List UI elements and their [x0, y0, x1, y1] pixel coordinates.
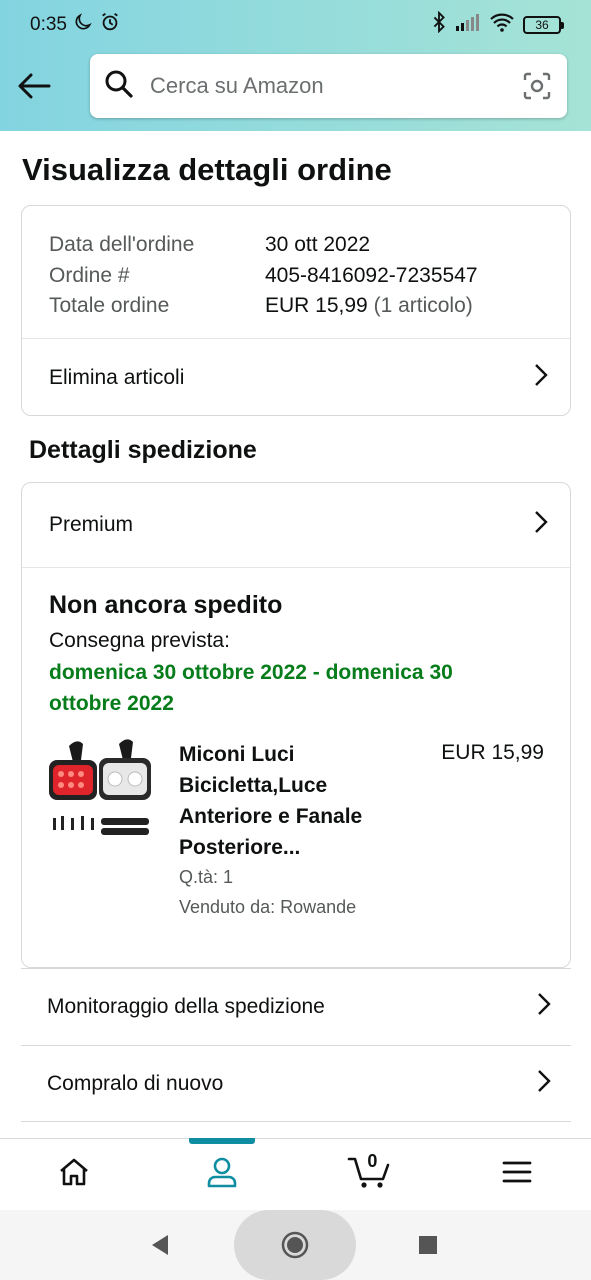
nav-home[interactable] [0, 1139, 148, 1210]
shipping-section-title: Dettagli spedizione [29, 436, 257, 464]
camera-scan-icon[interactable] [521, 70, 553, 102]
chevron-right-icon [534, 363, 548, 393]
bottom-navigation: 0 [0, 1138, 591, 1210]
signal-icon [455, 12, 481, 38]
wifi-icon [489, 12, 515, 38]
shipping-method-label: Premium [49, 513, 134, 536]
back-arrow-icon[interactable] [14, 64, 54, 108]
alarm-icon [99, 11, 121, 39]
status-time: 0:35 [30, 14, 67, 35]
order-number-value: 405-8416092-7235547 [265, 263, 478, 287]
product-quantity: Q.tà: 1 [179, 867, 234, 887]
order-total-label: Totale ordine [49, 294, 170, 318]
page-title: Visualizza dettagli ordine [22, 152, 392, 187]
status-bar: 0:35 36 [0, 0, 591, 50]
system-home-button[interactable] [234, 1210, 356, 1280]
bluetooth-icon [431, 10, 447, 39]
search-input[interactable] [150, 73, 521, 99]
system-navigation [0, 1210, 591, 1280]
delivery-label: Consegna prevista: [49, 629, 230, 652]
shipment-status: Non ancora spedito [49, 591, 283, 619]
track-shipment-label: Monitoraggio della spedizione [47, 995, 325, 1018]
chevron-right-icon [537, 1069, 551, 1099]
system-back-icon[interactable] [148, 1232, 172, 1258]
order-summary-card: Data dell'ordine 30 ott 2022 Ordine # 40… [21, 205, 571, 416]
nav-account[interactable] [148, 1139, 296, 1210]
order-date-label: Data dell'ordine [49, 233, 195, 257]
order-date-value: 30 ott 2022 [265, 233, 371, 257]
divider [22, 567, 570, 568]
delete-items-link[interactable]: Elimina articoli [22, 339, 570, 416]
chevron-right-icon [534, 510, 548, 540]
product-title[interactable]: Miconi Luci Bicicletta,Luce Anteriore e … [179, 739, 399, 863]
search-icon [104, 69, 134, 104]
user-icon [206, 1156, 238, 1193]
product-image[interactable] [47, 738, 155, 838]
menu-icon [502, 1160, 532, 1189]
buy-again-label: Compralo di nuovo [47, 1071, 224, 1095]
buy-again-link[interactable]: Compralo di nuovo [21, 1045, 571, 1122]
cart-count: 0 [367, 1151, 378, 1171]
battery-icon: 36 [523, 16, 564, 34]
order-date-row: Data dell'ordine 30 ott 2022 [49, 230, 478, 261]
nav-menu[interactable] [443, 1139, 591, 1210]
header: 0:35 36 [0, 0, 591, 131]
moon-icon [73, 12, 93, 38]
shipping-method-link[interactable]: Premium [22, 483, 570, 567]
order-number-label: Ordine # [49, 263, 130, 287]
order-info: Data dell'ordine 30 ott 2022 Ordine # 40… [49, 230, 478, 322]
delivery-date: domenica 30 ottobre 2022 - domenica 30 o… [49, 661, 453, 715]
order-total-value: EUR 15,99 [265, 294, 368, 318]
product-price: EUR 15,99 [441, 741, 544, 764]
search-bar[interactable] [90, 54, 567, 118]
system-recents-icon[interactable] [418, 1235, 438, 1255]
order-number-row: Ordine # 405-8416092-7235547 [49, 261, 478, 292]
chevron-right-icon [537, 992, 551, 1022]
delete-items-label: Elimina articoli [49, 365, 185, 389]
product-seller: Venduto da: Rowande [179, 897, 357, 917]
order-total-row: Totale ordine EUR 15,99 (1 articolo) [49, 291, 478, 322]
order-item-count: (1 articolo) [373, 294, 473, 318]
home-icon [58, 1157, 90, 1192]
track-shipment-link[interactable]: Monitoraggio della spedizione [21, 968, 571, 1045]
shipping-card: Premium Non ancora spedito Consegna prev… [21, 482, 571, 968]
nav-cart[interactable]: 0 [296, 1139, 444, 1210]
